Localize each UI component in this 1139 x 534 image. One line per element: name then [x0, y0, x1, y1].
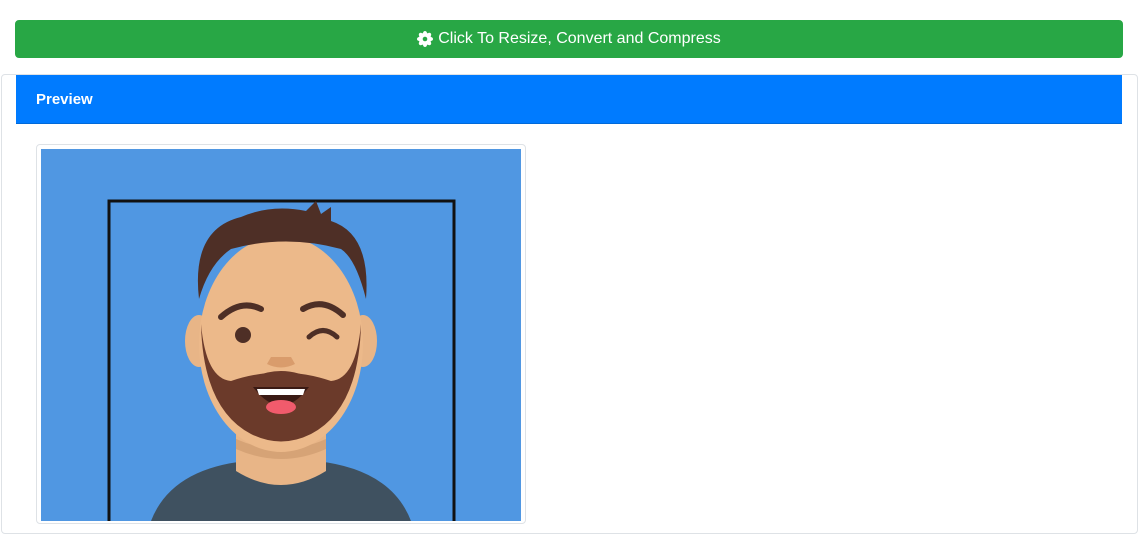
- preview-thumbnail: [36, 144, 526, 524]
- preview-title: Preview: [36, 90, 93, 108]
- preview-header: Preview: [16, 75, 1122, 124]
- gear-icon: [417, 31, 434, 47]
- resize-convert-compress-button[interactable]: Click To Resize, Convert and Compress: [15, 20, 1123, 58]
- action-button-label: Click To Resize, Convert and Compress: [438, 30, 721, 47]
- avatar-image: [41, 149, 521, 521]
